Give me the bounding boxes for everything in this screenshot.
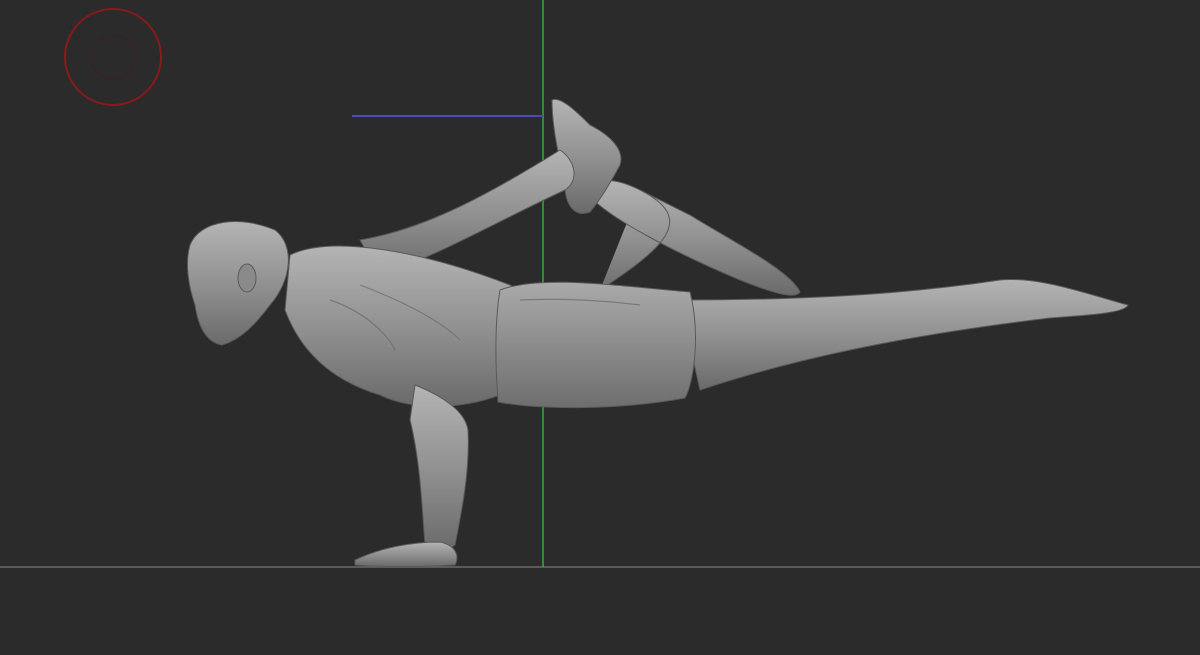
viewport-scene[interactable] bbox=[0, 0, 1200, 655]
figure-head bbox=[187, 221, 289, 346]
sculpted-figure-icon[interactable] bbox=[187, 98, 1129, 567]
figure-torso bbox=[284, 245, 532, 407]
figure-supporting-arm bbox=[409, 384, 469, 551]
orientation-gizmo-icon[interactable] bbox=[64, 8, 162, 106]
3d-viewport[interactable] bbox=[0, 0, 1200, 655]
figure-floor-hand bbox=[354, 541, 458, 567]
figure-ear bbox=[237, 263, 257, 293]
figure-extended-leg bbox=[679, 278, 1129, 391]
figure-raised-leg bbox=[584, 180, 801, 296]
